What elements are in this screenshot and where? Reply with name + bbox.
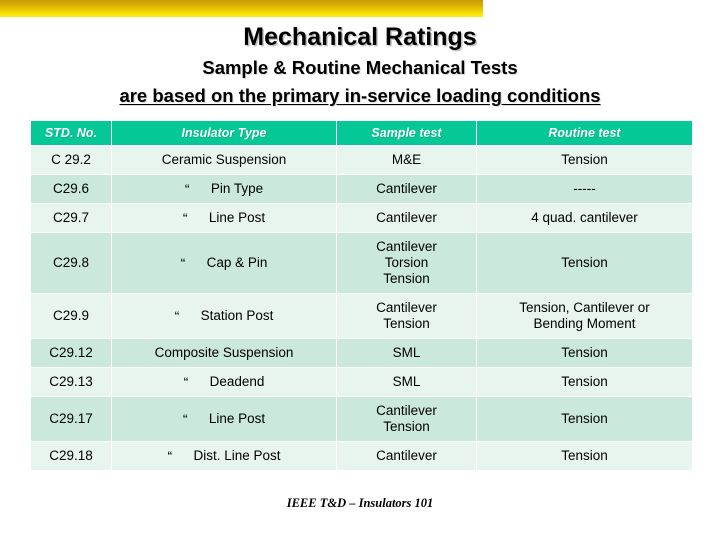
- cell-sample-test: Cantilever Tension: [337, 294, 476, 338]
- table-body: C 29.2 Ceramic Suspension M&E Tension C29.6 “…: [31, 146, 692, 470]
- column-header-insulator-type: Insulator Type: [112, 121, 336, 145]
- table-row: C29.18 “ Dist. Line Post Cantilever Tension: [31, 442, 692, 470]
- cell-std-no: C29.6: [31, 175, 111, 203]
- page-subtitle-line-2: are based on the primary in-service load…: [119, 85, 601, 106]
- insulator-type-label: Line Post: [208, 210, 266, 225]
- table-row: C29.17 “ Line Post Cantilever Tension Tensio…: [31, 397, 692, 441]
- column-header-sample-test: Sample test: [337, 121, 476, 145]
- cell-std-no: C29.12: [31, 339, 111, 367]
- cell-std-no: C29.17: [31, 397, 111, 441]
- ditto-mark: “: [182, 411, 188, 427]
- ditto-mark: “: [184, 181, 190, 197]
- page-subtitle-line-1: Sample & Routine Mechanical Tests: [202, 57, 518, 78]
- cell-routine-test: Tension: [477, 368, 692, 396]
- cell-routine-test: Tension: [477, 397, 692, 441]
- cell-sample-test: M&E: [337, 146, 476, 174]
- column-header-routine-test: Routine test: [477, 121, 692, 145]
- cell-insulator-type: “ Line Post: [112, 204, 336, 232]
- cell-sample-test: Cantilever: [337, 442, 476, 470]
- ditto-mark: “: [183, 374, 189, 390]
- cell-routine-test: 4 quad. cantilever: [477, 204, 692, 232]
- column-header-std-no: STD. No.: [31, 121, 111, 145]
- insulator-type-label: Line Post: [208, 411, 266, 426]
- ditto-mark: “: [180, 255, 186, 271]
- ditto-mark: “: [174, 308, 180, 324]
- cell-insulator-type: Ceramic Suspension: [112, 146, 336, 174]
- cell-routine-test: Tension: [477, 146, 692, 174]
- insulator-type-label: Cap & Pin: [206, 255, 268, 270]
- footer-note: IEEE T&D – Insulators 101: [286, 496, 434, 510]
- table-row: C 29.2 Ceramic Suspension M&E Tension: [31, 146, 692, 174]
- cell-insulator-type: “ Pin Type: [112, 175, 336, 203]
- cell-std-no: C29.7: [31, 204, 111, 232]
- cell-routine-test: Tension: [477, 339, 692, 367]
- cell-std-no: C29.9: [31, 294, 111, 338]
- cell-std-no: C29.8: [31, 233, 111, 293]
- cell-sample-test: Cantilever Tension: [337, 397, 476, 441]
- cell-sample-test: Cantilever: [337, 204, 476, 232]
- top-gold-accent-bar: [0, 0, 483, 17]
- table-row: C29.6 “ Pin Type Cantilever -----: [31, 175, 692, 203]
- ditto-mark: “: [167, 448, 173, 464]
- cell-sample-test: SML: [337, 368, 476, 396]
- page-title: Mechanical Ratings: [243, 23, 477, 51]
- cell-insulator-type: Composite Suspension: [112, 339, 336, 367]
- cell-sample-test: Cantilever Torsion Tension: [337, 233, 476, 293]
- table-row: C29.13 “ Deadend SML Tension: [31, 368, 692, 396]
- insulator-type-label: Composite Suspension: [154, 345, 294, 360]
- cell-insulator-type: “ Cap & Pin: [112, 233, 336, 293]
- table-row: C29.7 “ Line Post Cantilever 4 quad. cantile…: [31, 204, 692, 232]
- cell-insulator-type: “ Dist. Line Post: [112, 442, 336, 470]
- insulator-type-label: Station Post: [200, 308, 274, 323]
- cell-routine-test: Tension: [477, 233, 692, 293]
- cell-std-no: C29.13: [31, 368, 111, 396]
- cell-sample-test: SML: [337, 339, 476, 367]
- insulator-type-label: Deadend: [209, 374, 265, 389]
- table-header: STD. No. Insulator Type Sample test Rout…: [31, 121, 692, 145]
- cell-insulator-type: “ Line Post: [112, 397, 336, 441]
- table-row: C29.9 “ Station Post Cantilever Tension Tens…: [31, 294, 692, 338]
- cell-routine-test: Tension: [477, 442, 692, 470]
- cell-sample-test: Cantilever: [337, 175, 476, 203]
- cell-std-no: C 29.2: [31, 146, 111, 174]
- cell-insulator-type: “ Station Post: [112, 294, 336, 338]
- table-header-row: STD. No. Insulator Type Sample test Rout…: [31, 121, 692, 145]
- cell-insulator-type: “ Deadend: [112, 368, 336, 396]
- insulator-type-label: Dist. Line Post: [193, 448, 281, 463]
- insulator-type-label: Pin Type: [210, 181, 264, 196]
- title-block: Mechanical Ratings Sample & Routine Mech…: [0, 22, 720, 108]
- cell-routine-test: -----: [477, 175, 692, 203]
- table-row: C29.12 Composite Suspension SML Tension: [31, 339, 692, 367]
- cell-std-no: C29.18: [31, 442, 111, 470]
- table-row: C29.8 “ Cap & Pin Cantilever Torsion Tensio…: [31, 233, 692, 293]
- mechanical-ratings-table: STD. No. Insulator Type Sample test Rout…: [30, 120, 693, 471]
- insulator-type-label: Ceramic Suspension: [161, 152, 287, 167]
- ditto-mark: “: [182, 210, 188, 226]
- cell-routine-test: Tension, Cantilever or Bending Moment: [477, 294, 692, 338]
